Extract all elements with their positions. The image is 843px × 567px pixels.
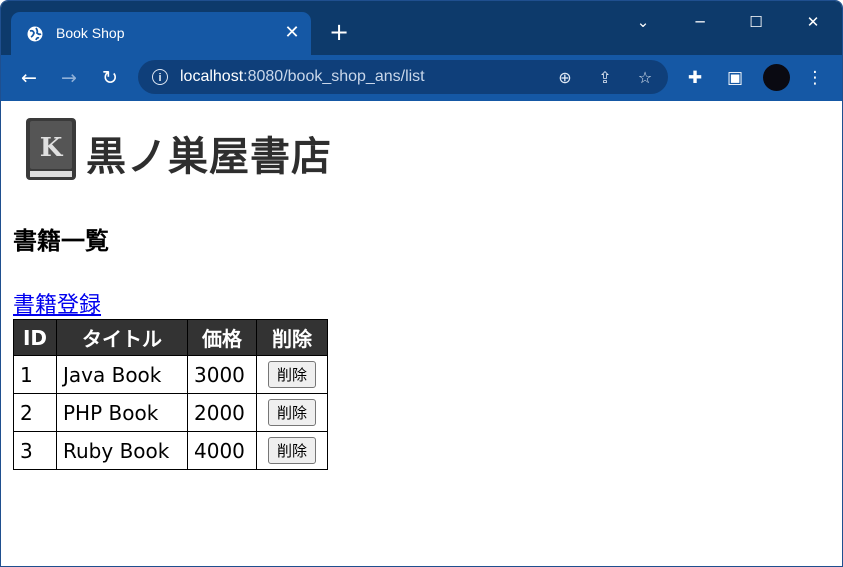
cell-action: 削除 <box>256 355 328 394</box>
cell-price: 3000 <box>187 355 257 394</box>
site-info-icon[interactable]: i <box>152 69 168 85</box>
delete-button[interactable]: 削除 <box>267 437 316 464</box>
new-tab-icon[interactable]: + <box>328 20 350 44</box>
delete-button[interactable]: 削除 <box>267 399 316 426</box>
tab-title: Book Shop <box>56 25 125 41</box>
close-window-icon[interactable]: ✕ <box>790 11 836 33</box>
cell-action: 削除 <box>256 393 328 432</box>
url-host: localhost <box>180 68 244 85</box>
header-price: 価格 <box>187 319 257 356</box>
header-delete: 削除 <box>256 319 328 356</box>
url-text[interactable]: localhost:8080/book_shop_ans/list <box>180 68 425 86</box>
reload-icon[interactable]: ↻ <box>98 66 122 90</box>
extensions-icon[interactable]: ✚ <box>684 67 706 89</box>
table-header-row: ID タイトル 価格 削除 <box>13 319 328 356</box>
browser-window: Book Shop ✕ + ⌄ ─ ☐ ✕ ← → ↻ i localhost:… <box>0 0 843 567</box>
minimize-icon[interactable]: ─ <box>677 11 723 33</box>
tab-search-chevron-icon[interactable]: ⌄ <box>620 11 666 33</box>
header-id: ID <box>13 319 57 356</box>
cell-id: 1 <box>13 355 57 394</box>
tab-close-icon[interactable]: ✕ <box>281 22 303 44</box>
back-icon[interactable]: ← <box>17 66 41 90</box>
cell-price: 2000 <box>187 393 257 432</box>
cell-price: 4000 <box>187 431 257 470</box>
table-row: 2 PHP Book 2000 削除 <box>13 393 328 432</box>
tab-book-shop[interactable]: Book Shop ✕ <box>11 12 311 55</box>
book-logo-icon: K <box>26 118 76 180</box>
zoom-icon[interactable]: ⊕ <box>555 68 575 88</box>
menu-icon[interactable]: ⋮ <box>804 67 826 89</box>
title-bar: Book Shop ✕ + ⌄ ─ ☐ ✕ <box>1 1 842 55</box>
header-title: タイトル <box>56 319 188 356</box>
share-icon[interactable]: ⇪ <box>595 68 615 88</box>
register-book-link[interactable]: 書籍登録 <box>13 287 101 319</box>
table-row: 1 Java Book 3000 削除 <box>13 355 328 394</box>
url-path: :8080/book_shop_ans/list <box>243 68 425 85</box>
forward-icon[interactable]: → <box>57 66 81 90</box>
delete-button[interactable]: 削除 <box>267 361 316 388</box>
shop-logo: K 黒ノ巣屋書店 <box>24 116 344 182</box>
bookmark-star-icon[interactable]: ☆ <box>635 68 655 88</box>
cell-title: PHP Book <box>56 393 188 432</box>
table-row: 3 Ruby Book 4000 削除 <box>13 431 328 470</box>
cell-id: 2 <box>13 393 57 432</box>
cell-id: 3 <box>13 431 57 470</box>
logo-letter: K <box>40 133 64 163</box>
cell-title: Ruby Book <box>56 431 188 470</box>
globe-icon <box>27 26 43 42</box>
logo-text: 黒ノ巣屋書店 <box>86 134 332 180</box>
page-title: 書籍一覧 <box>13 227 109 255</box>
profile-avatar[interactable] <box>763 64 790 91</box>
cell-action: 削除 <box>256 431 328 470</box>
side-panel-icon[interactable]: ▣ <box>724 67 746 89</box>
maximize-icon[interactable]: ☐ <box>733 11 779 33</box>
address-bar[interactable]: i localhost:8080/book_shop_ans/list ⊕ ⇪ … <box>138 60 668 94</box>
books-table: ID タイトル 価格 削除 1 Java Book 3000 削除 2 PHP … <box>13 319 328 470</box>
page-content: K 黒ノ巣屋書店 書籍一覧 書籍登録 ID タイトル 価格 削除 1 Java … <box>1 101 842 566</box>
browser-toolbar: ← → ↻ i localhost:8080/book_shop_ans/lis… <box>1 55 842 101</box>
cell-title: Java Book <box>56 355 188 394</box>
